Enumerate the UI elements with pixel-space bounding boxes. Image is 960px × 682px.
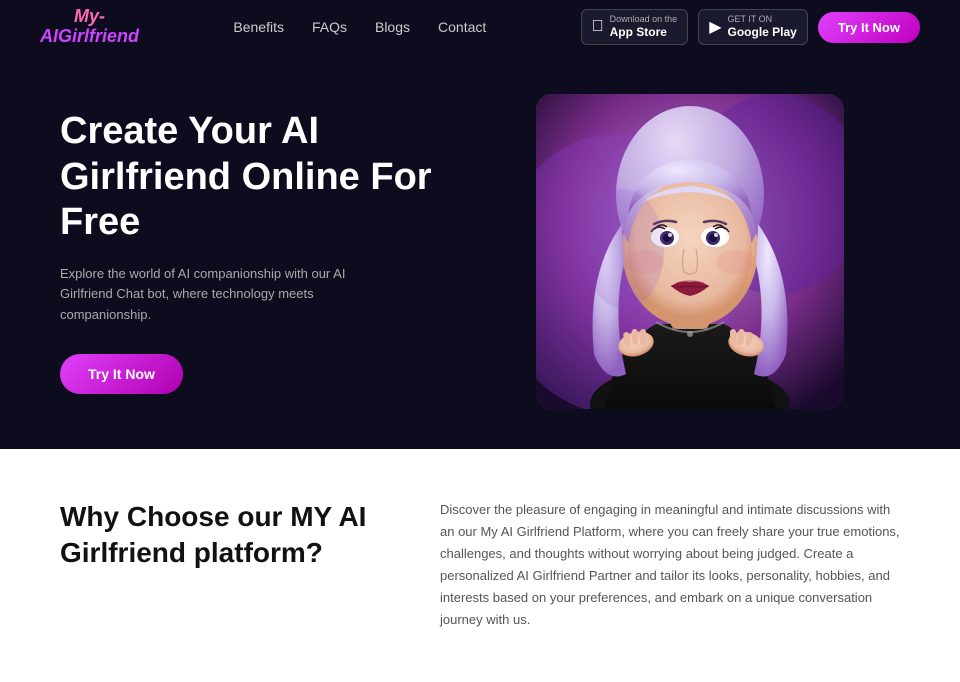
- why-right: Discover the pleasure of engaging in mea…: [440, 499, 900, 632]
- hero-image-area: [480, 94, 900, 409]
- try-now-header-button[interactable]: Try It Now: [818, 12, 920, 43]
- logo: My- AIGirlfriend: [40, 7, 139, 47]
- why-description: Discover the pleasure of engaging in mea…: [440, 499, 900, 632]
- nav-benefits[interactable]: Benefits: [233, 19, 284, 35]
- why-section: Why Choose our MY AI Girlfriend platform…: [0, 449, 960, 682]
- logo-line1: My-: [40, 7, 139, 27]
- googleplay-icon: ▶: [709, 17, 721, 37]
- nav-blogs[interactable]: Blogs: [375, 19, 410, 35]
- main-nav: Benefits FAQs Blogs Contact: [233, 19, 486, 35]
- nav-contact[interactable]: Contact: [438, 19, 486, 35]
- appstore-sub: Download on the: [610, 14, 678, 25]
- googleplay-sub: GET IT ON: [728, 14, 797, 25]
- portrait-svg: [536, 94, 844, 409]
- header-right:  Download on the App Store ▶ GET IT ON …: [581, 9, 920, 44]
- why-title: Why Choose our MY AI Girlfriend platform…: [60, 499, 380, 572]
- logo-line2: AIGirlfriend: [40, 27, 139, 47]
- hero-subtitle: Explore the world of AI companionship wi…: [60, 264, 380, 326]
- nav-faqs[interactable]: FAQs: [312, 19, 347, 35]
- googleplay-name: Google Play: [728, 25, 797, 39]
- hero-section: Create Your AI Girlfriend Online For Fre…: [0, 54, 960, 449]
- site-header: My- AIGirlfriend Benefits FAQs Blogs Con…: [0, 0, 960, 54]
- why-left: Why Choose our MY AI Girlfriend platform…: [60, 499, 380, 572]
- try-now-hero-button[interactable]: Try It Now: [60, 354, 183, 394]
- hero-content: Create Your AI Girlfriend Online For Fre…: [60, 109, 480, 394]
- hero-title: Create Your AI Girlfriend Online For Fre…: [60, 109, 480, 246]
- apple-icon: : [592, 18, 604, 36]
- appstore-button[interactable]:  Download on the App Store: [581, 9, 689, 44]
- googleplay-button[interactable]: ▶ GET IT ON Google Play: [698, 9, 808, 44]
- appstore-name: App Store: [610, 25, 678, 39]
- hero-portrait: [536, 94, 844, 409]
